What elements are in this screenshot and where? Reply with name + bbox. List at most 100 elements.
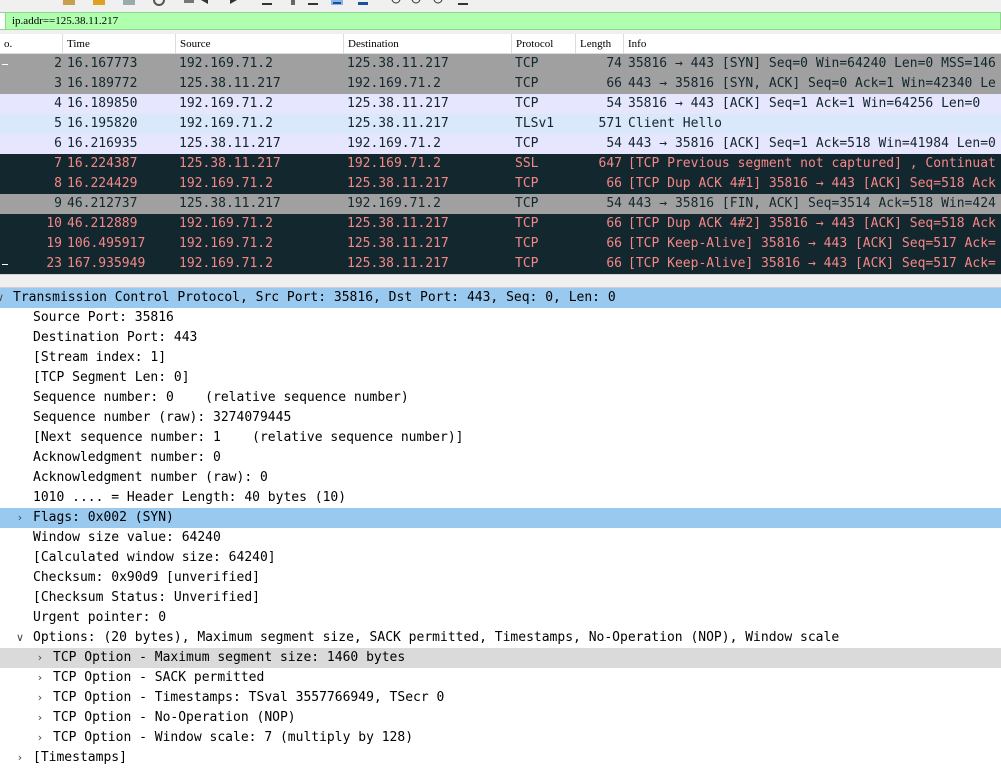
packet-cell-proto: TLSv1 [515,116,555,131]
find-icon[interactable] [182,0,196,6]
column-header-no[interactable]: o. [0,34,63,53]
detail-tree-label: TCP Option - Maximum segment size: 1460 … [53,650,406,665]
detail-tree-item[interactable]: Sequence number (raw): 3274079445 [0,408,1001,428]
zoom-in-icon[interactable] [390,0,404,6]
chevron-right-icon[interactable]: › [15,508,25,528]
detail-tree-item[interactable]: Sequence number: 0 (relative sequence nu… [0,388,1001,408]
chevron-right-icon[interactable]: › [35,728,45,748]
detail-tree-item[interactable]: 1010 .... = Header Length: 40 bytes (10) [0,488,1001,508]
packet-row[interactable]: 19 106.495917 192.169.71.2 125.38.11.217 TCP… [0,234,1001,254]
packet-cell-src: 192.169.71.2 [179,116,273,131]
packet-row[interactable]: 9 46.212737 125.38.11.217 192.169.71.2 TCP 54… [0,194,1001,214]
go-to-packet-icon[interactable] [260,0,274,6]
close-file-icon[interactable] [122,0,136,6]
packet-row[interactable]: 3 16.189772 125.38.11.217 192.169.71.2 TCP 66… [0,74,1001,94]
packet-cell-time: 16.167773 [67,56,138,71]
detail-tree-item[interactable]: › TCP Option - Window scale: 7 (multiply … [0,728,1001,748]
detail-tree-item[interactable]: ∨ Options: (20 bytes), Maximum segment si… [0,628,1001,648]
packet-cell-no: 2 [54,56,62,71]
packet-cell-dst: 192.169.71.2 [347,136,441,151]
detail-tree-item[interactable]: Acknowledgment number: 0 [0,448,1001,468]
packet-cell-no: 8 [54,176,62,191]
detail-tree-item[interactable]: Source Port: 35816 [0,308,1001,328]
packet-cell-src: 125.38.11.217 [179,196,281,211]
chevron-right-icon[interactable]: › [35,688,45,708]
detail-tree-item[interactable]: Acknowledgment number (raw): 0 [0,468,1001,488]
packet-cell-proto: TCP [515,236,539,251]
go-forward-icon[interactable] [226,0,240,6]
last-packet-icon[interactable] [306,0,320,6]
chevron-right-icon[interactable]: › [35,648,45,668]
detail-tree-item[interactable]: [Stream index: 1] [0,348,1001,368]
chevron-right-icon[interactable]: › [35,668,45,688]
packet-cell-time: 16.216935 [67,136,138,151]
packet-cell-time: 16.224429 [67,176,138,191]
detail-tree-item[interactable]: [Calculated window size: 64240] [0,548,1001,568]
packet-row[interactable]: 6 16.216935 125.38.11.217 192.169.71.2 TCP 54… [0,134,1001,154]
chevron-right-icon[interactable]: › [35,708,45,728]
detail-tree-item[interactable]: ∨ Transmission Control Protocol, Src Port… [0,288,1001,308]
column-header-protocol[interactable]: Protocol [512,34,576,53]
zoom-normal-icon[interactable] [432,0,446,6]
detail-tree-item[interactable]: › [Timestamps] [0,748,1001,768]
packet-details-tree[interactable]: ∨ Transmission Control Protocol, Src Port… [0,288,1001,768]
detail-tree-item[interactable]: [Next sequence number: 1 (relative seque… [0,428,1001,448]
save-file-icon[interactable] [92,0,106,6]
detail-tree-item[interactable]: [TCP Segment Len: 0] [0,368,1001,388]
detail-tree-item[interactable]: › TCP Option - No-Operation (NOP) [0,708,1001,728]
bookmark-icon[interactable] [0,13,6,29]
detail-tree-item[interactable]: Destination Port: 443 [0,328,1001,348]
column-header-length[interactable]: Length [576,34,624,53]
packet-row[interactable]: 5 16.195820 192.169.71.2 125.38.11.217 TLSv1… [0,114,1001,134]
detail-tree-item[interactable]: › TCP Option - SACK permitted [0,668,1001,688]
detail-tree-item[interactable]: Window size value: 64240 [0,528,1001,548]
zoom-out-icon[interactable] [410,0,424,6]
first-packet-icon[interactable] [286,0,300,6]
detail-tree-label: [Calculated window size: 64240] [33,550,276,565]
detail-tree-item[interactable]: › TCP Option - Timestamps: TSval 35577669… [0,688,1001,708]
packet-cell-len: 66 [606,236,622,251]
detail-tree-item[interactable]: Urgent pointer: 0 [0,608,1001,628]
colorize-icon[interactable] [356,0,370,6]
packet-row[interactable]: 2 16.167773 192.169.71.2 125.38.11.217 TCP 74… [0,54,1001,74]
resize-columns-icon[interactable] [456,0,470,6]
packet-cell-src: 192.169.71.2 [179,96,273,111]
packet-row[interactable]: 7 16.224387 125.38.11.217 192.169.71.2 SSL 64… [0,154,1001,174]
column-header-destination[interactable]: Destination [344,34,512,53]
packet-row[interactable]: 4 16.189850 192.169.71.2 125.38.11.217 TCP 54… [0,94,1001,114]
packet-cell-len: 66 [606,256,622,271]
packet-cell-len: 647 [598,156,622,171]
packet-cell-dst: 125.38.11.217 [347,216,449,231]
packet-row[interactable]: 23 167.935949 192.169.71.2 125.38.11.217 TCP… [0,254,1001,274]
packet-row[interactable]: 8 16.224429 192.169.71.2 125.38.11.217 TCP 66… [0,174,1001,194]
column-header-source[interactable]: Source [176,34,344,53]
packet-cell-proto: TCP [515,176,539,191]
autoscroll-icon[interactable] [330,0,344,6]
chevron-right-icon[interactable]: › [15,748,25,768]
detail-tree-item[interactable]: › Flags: 0x002 (SYN) [0,508,1001,528]
packet-cell-src: 125.38.11.217 [179,76,281,91]
packet-cell-dst: 125.38.11.217 [347,176,449,191]
pane-splitter[interactable] [0,274,1001,288]
packet-cell-proto: TCP [515,136,539,151]
detail-tree-label: Urgent pointer: 0 [33,610,167,625]
detail-tree-item[interactable]: Checksum: 0x90d9 [unverified] [0,568,1001,588]
column-header-time[interactable]: Time [63,34,176,53]
reload-icon[interactable] [152,0,166,6]
detail-tree-item[interactable]: › TCP Option - Maximum segment size: 1460… [0,648,1001,668]
detail-tree-label: TCP Option - Timestamps: TSval 355776694… [53,690,445,705]
packet-row[interactable]: 10 46.212889 192.169.71.2 125.38.11.217 TCP 6… [0,214,1001,234]
column-header-info[interactable]: Info [624,34,1001,53]
detail-tree-item[interactable]: [Checksum Status: Unverified] [0,588,1001,608]
chevron-down-icon[interactable]: ∨ [15,628,25,648]
packet-cell-no: 23 [46,256,62,271]
packet-list[interactable]: o. Time Source Destination Protocol Leng… [0,34,1001,274]
go-back-icon[interactable] [198,0,212,6]
chevron-down-icon[interactable]: ∨ [0,288,5,308]
packet-cell-dst: 125.38.11.217 [347,96,449,111]
packet-cell-no: 4 [54,96,62,111]
packet-cell-info: [TCP Keep-Alive] 35816 → 443 [ACK] Seq=5… [628,256,996,271]
open-file-icon[interactable] [62,0,76,6]
packet-cell-src: 192.169.71.2 [179,256,273,271]
display-filter-input[interactable]: ip.addr==125.38.11.217 [0,12,1001,30]
